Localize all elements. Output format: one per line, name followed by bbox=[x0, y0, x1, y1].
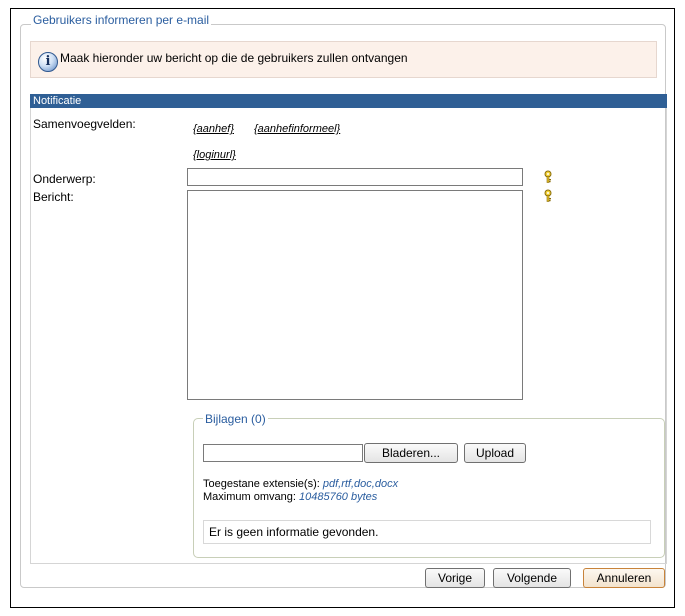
allowed-extensions: Toegestane extensie(s): pdf,rtf,doc,docx bbox=[203, 478, 398, 490]
attachments-empty-message: Er is geen informatie gevonden. bbox=[203, 520, 651, 544]
key-icon bbox=[544, 170, 552, 183]
upload-button[interactable]: Upload bbox=[464, 443, 526, 463]
section-header: Notificatie bbox=[30, 94, 667, 108]
info-message: Maak hieronder uw bericht op die de gebr… bbox=[60, 51, 408, 65]
max-size: Maximum omvang: 10485760 bytes bbox=[203, 491, 377, 503]
merge-field-aanhef[interactable]: {aanhef} bbox=[193, 123, 234, 135]
subject-label: Onderwerp: bbox=[33, 172, 96, 186]
browse-button[interactable]: Bladeren... bbox=[364, 443, 458, 463]
merge-fields-label: Samenvoegvelden: bbox=[33, 117, 136, 131]
message-label: Bericht: bbox=[33, 190, 74, 204]
merge-field-loginurl[interactable]: {loginurl} bbox=[193, 149, 236, 161]
merge-field-aanhefinformeel[interactable]: {aanhefinformeel} bbox=[254, 123, 340, 135]
max-size-label: Maximum omvang: bbox=[203, 491, 299, 503]
cancel-button[interactable]: Annuleren bbox=[583, 568, 665, 588]
page-title: Gebruikers informeren per e-mail bbox=[31, 13, 212, 27]
key-icon bbox=[544, 189, 552, 202]
subject-input[interactable] bbox=[187, 168, 523, 186]
previous-button[interactable]: Vorige bbox=[425, 568, 485, 588]
allowed-extensions-value: pdf,rtf,doc,docx bbox=[322, 478, 399, 490]
attachments-legend: Bijlagen (0) bbox=[203, 412, 268, 426]
message-textarea[interactable] bbox=[187, 190, 523, 400]
info-icon: i bbox=[38, 52, 58, 72]
info-banner: i Maak hieronder uw bericht op die de ge… bbox=[30, 41, 657, 78]
max-size-value: 10485760 bytes bbox=[298, 491, 378, 503]
allowed-extensions-label: Toegestane extensie(s): bbox=[203, 478, 323, 490]
next-button[interactable]: Volgende bbox=[493, 568, 571, 588]
file-path-input[interactable] bbox=[203, 444, 363, 462]
